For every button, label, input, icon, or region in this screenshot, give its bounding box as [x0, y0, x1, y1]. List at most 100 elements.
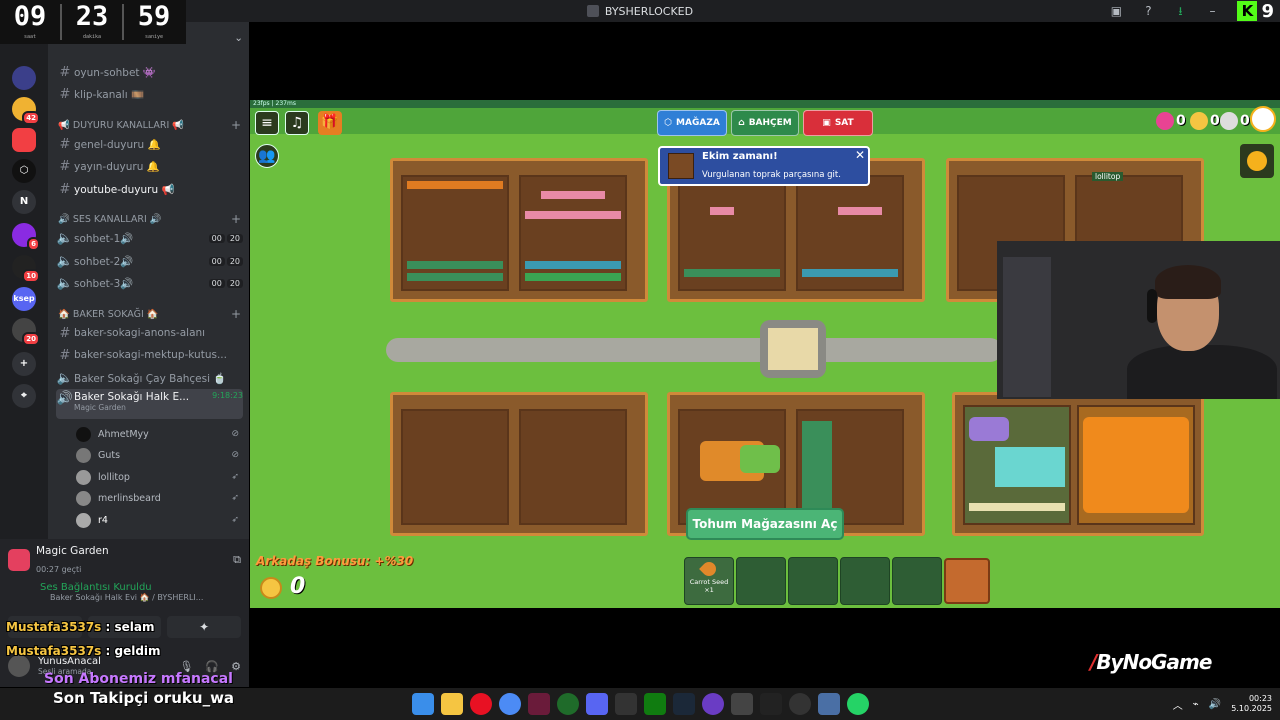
app-icon	[586, 5, 599, 17]
whatsapp-icon[interactable]	[846, 693, 869, 715]
inventory-slot[interactable]	[840, 557, 890, 605]
hash-icon: #	[59, 86, 71, 102]
kick-badge: K 9	[1237, 1, 1274, 22]
garden-plot[interactable]	[390, 158, 648, 302]
inventory-slot[interactable]	[892, 557, 942, 605]
tray-clock[interactable]: 00:23 5.10.2025	[1231, 694, 1272, 714]
player-avatar[interactable]	[1250, 106, 1278, 132]
avatar	[76, 447, 91, 463]
soil-bed[interactable]	[401, 409, 509, 525]
activity-card[interactable]: Magic Garden 00:27 geçti ⧉	[8, 545, 241, 575]
channel-oyun-sohbet[interactable]: # oyun-sohbet 👾	[56, 62, 243, 82]
inbox-icon[interactable]: ▣	[1109, 4, 1123, 18]
gift-icon[interactable]: 🎁	[318, 111, 342, 135]
discord-icon[interactable]	[585, 693, 608, 715]
voice-user[interactable]: lollitop ➶	[76, 467, 239, 487]
channel-genel-duyuru[interactable]: # genel-duyuru 🔔	[56, 134, 243, 154]
menu-icon[interactable]: ≡	[255, 111, 279, 135]
inventory-slot[interactable]: Carrot Seed ×1	[684, 557, 734, 605]
friend-bonus: Arkadaş Bonusu: +%30	[256, 554, 414, 568]
coin-count: 0	[290, 574, 306, 599]
channel-youtube-duyuru[interactable]: # youtube-duyuru 📢	[56, 179, 243, 199]
stone-path	[386, 338, 1002, 362]
soil-bed[interactable]	[401, 175, 509, 291]
soil-bed[interactable]	[1077, 405, 1195, 525]
storage-chest[interactable]	[944, 558, 990, 604]
soil-bed[interactable]	[796, 175, 904, 291]
start-icon[interactable]	[411, 693, 434, 715]
server-icon[interactable]: 42	[12, 97, 40, 125]
volume-icon[interactable]: 🔊	[1209, 699, 1221, 710]
app-icon[interactable]	[556, 693, 579, 715]
garden-button[interactable]: ⌂ BAHÇEM	[731, 110, 799, 136]
window-icon[interactable]: ⧉	[233, 553, 241, 567]
soil-bed[interactable]	[963, 405, 1071, 525]
server-icon[interactable]: 10	[12, 255, 40, 283]
app-icon[interactable]	[817, 693, 840, 715]
channel-baker-anons[interactable]: # baker-sokagi-anons-alanı	[56, 323, 243, 343]
window-title: BYSHERLOCKED	[604, 4, 694, 18]
shop-button[interactable]: ⬡ MAĞAZA	[657, 110, 727, 136]
channel-klip-kanali[interactable]: # klip-kanalı 🎞️	[56, 84, 243, 104]
explore-icon[interactable]: ⌖	[12, 384, 36, 408]
add-server-icon[interactable]: +	[12, 352, 36, 376]
open-seed-shop-button[interactable]: Tohum Mağazasını Aç	[686, 508, 844, 540]
voice-user[interactable]: Guts ⊘	[76, 445, 239, 465]
app-icon[interactable]	[730, 693, 753, 715]
soil-bed[interactable]	[678, 175, 786, 291]
voice-channel-cay-bahcesi[interactable]: 🔈 Baker Sokağı Çay Bahçesi 🍵	[56, 368, 243, 388]
chat-line: Mustafa3537s : geldim	[6, 644, 161, 658]
inventory-slot[interactable]	[788, 557, 838, 605]
xbox-icon[interactable]	[643, 693, 666, 715]
voice-user[interactable]: r4 ➶	[76, 510, 239, 530]
soil-bed[interactable]	[519, 175, 627, 291]
system-tray: ︿ ⌁ 🔊 00:23 5.10.2025	[1173, 688, 1272, 720]
chevron-up-icon[interactable]: ︿	[1173, 697, 1183, 712]
app-icon[interactable]	[527, 693, 550, 715]
app-icon[interactable]	[788, 693, 811, 715]
category-ses[interactable]: 🔊 SES KANALLARI 🔊 +	[58, 212, 241, 226]
voice-channel-sohbet-1[interactable]: 🔈 sohbet-1🔊 00 20	[56, 228, 243, 248]
category-duyuru[interactable]: 📢 DUYURU KANALLARI 📢 +	[58, 118, 241, 132]
hash-icon: #	[59, 158, 71, 174]
category-baker[interactable]: 🏠 BAKER SOKAĞI 🏠 +	[58, 307, 241, 321]
server-icon[interactable]: ksep	[12, 287, 36, 311]
explorer-icon[interactable]	[440, 693, 463, 715]
help-icon[interactable]: ?	[1141, 4, 1155, 18]
voice-channel-sohbet-3[interactable]: 🔈 sohbet-3🔊 00 20	[56, 273, 243, 293]
media-icon[interactable]	[469, 693, 492, 715]
soil-bed[interactable]	[519, 409, 627, 525]
music-icon[interactable]: ♫	[285, 111, 309, 135]
server-icon[interactable]: ⬡	[12, 159, 36, 183]
weather-icon[interactable]	[1240, 144, 1274, 178]
sell-button[interactable]: ▣ SAT	[803, 110, 873, 136]
app-icon[interactable]	[759, 693, 782, 715]
server-icon[interactable]	[12, 66, 36, 90]
server-icon[interactable]: 20	[12, 318, 40, 346]
chrome-icon[interactable]	[498, 693, 521, 715]
town-square[interactable]	[760, 320, 826, 378]
steam-icon[interactable]	[672, 693, 695, 715]
minimize-icon[interactable]: –	[1205, 4, 1219, 18]
garden-plot[interactable]	[390, 392, 648, 536]
inventory-slot[interactable]	[736, 557, 786, 605]
channel-yayin-duyuru[interactable]: # yayın-duyuru 🔔	[56, 156, 243, 176]
channel-baker-mektup[interactable]: # baker-sokagi-mektup-kutus...	[56, 345, 243, 365]
title-bar-actions: ▣ ? ⭳ – K 9	[1109, 0, 1280, 22]
voice-channel-sohbet-2[interactable]: 🔈 sohbet-2🔊 00 20	[56, 251, 243, 271]
server-icon[interactable]: N	[12, 190, 36, 214]
voice-channel-halk-evi[interactable]: 🔊 Baker Sokağı Halk E... Magic Garden 9:…	[56, 389, 243, 419]
soundboard-button[interactable]: ✦	[167, 616, 242, 638]
epic-icon[interactable]	[614, 693, 637, 715]
download-icon[interactable]: ⭳	[1173, 4, 1187, 18]
stat-notes: 0	[1190, 112, 1220, 130]
network-icon[interactable]: ⌁	[1193, 699, 1199, 710]
server-icon[interactable]: 6	[12, 223, 40, 251]
garden-plot[interactable]	[952, 392, 1204, 536]
app-icon[interactable]	[701, 693, 724, 715]
close-icon[interactable]: ✕	[855, 148, 865, 162]
voice-user[interactable]: merlinsbeard ➶	[76, 488, 239, 508]
voice-user[interactable]: AhmetMyy ⊘	[76, 424, 239, 444]
server-icon[interactable]	[12, 128, 36, 152]
friends-icon[interactable]: 👥	[255, 144, 279, 168]
